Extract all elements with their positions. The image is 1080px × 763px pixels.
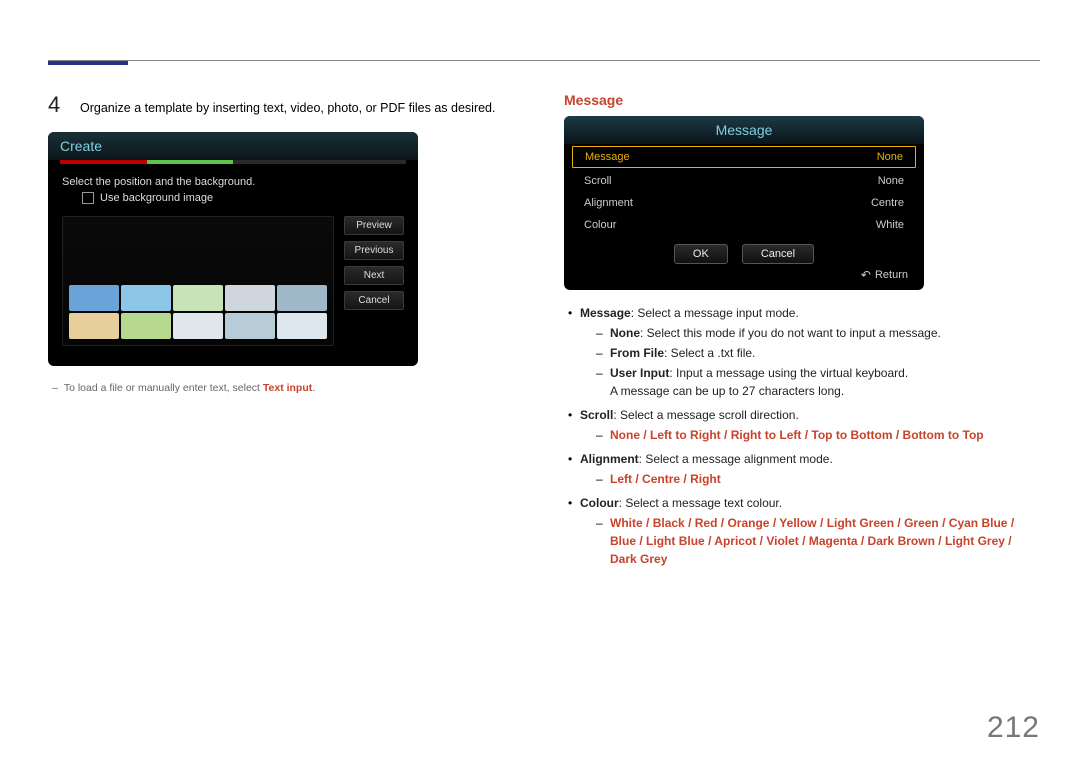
message-row-selected[interactable]: Message None: [572, 146, 916, 168]
desc: : Select a .txt file.: [664, 346, 755, 360]
scroll-row[interactable]: Scroll None: [564, 170, 924, 192]
row-label: Alignment: [584, 197, 633, 209]
thumbnail[interactable]: [173, 285, 223, 311]
step-row: 4 Organize a template by inserting text,…: [48, 92, 524, 118]
desc: : Select a message input mode.: [631, 306, 799, 320]
next-button[interactable]: Next: [344, 266, 404, 285]
step-text: Organize a template by inserting text, v…: [80, 101, 496, 115]
left-column: 4 Organize a template by inserting text,…: [48, 92, 524, 723]
term: From File: [610, 346, 664, 360]
doc-sub-scroll-opts: None / Left to Right / Right to Left / T…: [580, 426, 1040, 444]
opts: Left / Centre / Right: [610, 472, 721, 486]
term: Alignment: [580, 452, 639, 466]
row-value: Centre: [871, 197, 904, 209]
checkbox-icon[interactable]: [82, 192, 94, 204]
page-number: 212: [987, 711, 1040, 745]
thumbnail[interactable]: [69, 285, 119, 311]
header-rule: [48, 60, 1040, 61]
thumbnail[interactable]: [173, 313, 223, 339]
header-accent-bar: [48, 61, 128, 65]
thumbnail[interactable]: [121, 313, 171, 339]
doc-list: Message: Select a message input mode. No…: [564, 304, 1040, 568]
row-label: Scroll: [584, 175, 612, 187]
desc: : Select a message alignment mode.: [639, 452, 833, 466]
progress-seg-1: [60, 160, 147, 164]
desc: : Input a message using the virtual keyb…: [669, 366, 908, 380]
previous-button[interactable]: Previous: [344, 241, 404, 260]
step-number: 4: [48, 92, 66, 118]
doc-sub-fromfile: From File: Select a .txt file.: [580, 344, 1040, 362]
doc-sub-align-opts: Left / Centre / Right: [580, 470, 1040, 488]
term: Message: [580, 306, 631, 320]
thumbnail[interactable]: [277, 313, 327, 339]
opts: None / Left to Right / Right to Left / T…: [610, 428, 984, 442]
preview-button[interactable]: Preview: [344, 216, 404, 235]
thumbnail[interactable]: [121, 285, 171, 311]
colour-row[interactable]: Colour White: [564, 214, 924, 236]
row-value: None: [877, 151, 903, 163]
doc-sub-none: None: Select this mode if you do not wan…: [580, 324, 1040, 342]
section-title: Message: [564, 92, 1040, 108]
desc: : Select a message scroll direction.: [613, 408, 798, 422]
term: User Input: [610, 366, 669, 380]
create-panel: Create Select the position and the backg…: [48, 132, 418, 366]
thumbnail[interactable]: [277, 285, 327, 311]
preview-area: [62, 216, 334, 346]
desc: : Select a message text colour.: [619, 496, 782, 510]
return-icon: [861, 268, 871, 282]
ok-button[interactable]: OK: [674, 244, 728, 264]
doc-item-message: Message: Select a message input mode. No…: [564, 304, 1040, 400]
progress-seg-2: [147, 160, 234, 164]
row-label: Colour: [584, 219, 616, 231]
checkbox-label: Use background image: [100, 192, 213, 204]
term: None: [610, 326, 640, 340]
progress-seg-3: [233, 160, 406, 164]
create-progress: [60, 160, 406, 164]
return-row[interactable]: Return: [564, 268, 924, 282]
cancel-button[interactable]: Cancel: [344, 291, 404, 310]
footnote: ‒To load a file or manually enter text, …: [52, 382, 524, 394]
create-subtitle: Select the position and the background.: [62, 176, 404, 188]
desc: : Select this mode if you do not want to…: [640, 326, 941, 340]
message-panel-title: Message: [564, 116, 924, 144]
return-label: Return: [875, 269, 908, 281]
row-value: None: [878, 175, 904, 187]
doc-sub-colour-opts: White / Black / Red / Orange / Yellow / …: [580, 514, 1040, 568]
cancel-button[interactable]: Cancel: [742, 244, 814, 264]
footnote-text: To load a file or manually enter text, s…: [64, 382, 263, 394]
doc-item-colour: Colour: Select a message text colour. Wh…: [564, 494, 1040, 568]
create-panel-title: Create: [48, 132, 418, 160]
opts: White / Black / Red / Orange / Yellow / …: [610, 516, 1014, 566]
thumbnail[interactable]: [69, 313, 119, 339]
background-checkbox-row[interactable]: Use background image: [82, 192, 404, 204]
right-column: Message Message Message None Scroll None…: [564, 92, 1040, 723]
message-panel: Message Message None Scroll None Alignme…: [564, 116, 924, 290]
row-label: Message: [585, 151, 630, 163]
extra: A message can be up to 27 characters lon…: [610, 384, 844, 398]
footnote-suffix: .: [312, 382, 315, 394]
row-value: White: [876, 219, 904, 231]
thumbnail-grid: [69, 285, 327, 339]
footnote-emphasis: Text input: [263, 382, 312, 394]
thumbnail[interactable]: [225, 285, 275, 311]
term: Scroll: [580, 408, 613, 422]
doc-sub-userinput: User Input: Input a message using the vi…: [580, 364, 1040, 400]
thumbnail[interactable]: [225, 313, 275, 339]
term: Colour: [580, 496, 619, 510]
alignment-row[interactable]: Alignment Centre: [564, 192, 924, 214]
doc-item-scroll: Scroll: Select a message scroll directio…: [564, 406, 1040, 444]
doc-item-alignment: Alignment: Select a message alignment mo…: [564, 450, 1040, 488]
